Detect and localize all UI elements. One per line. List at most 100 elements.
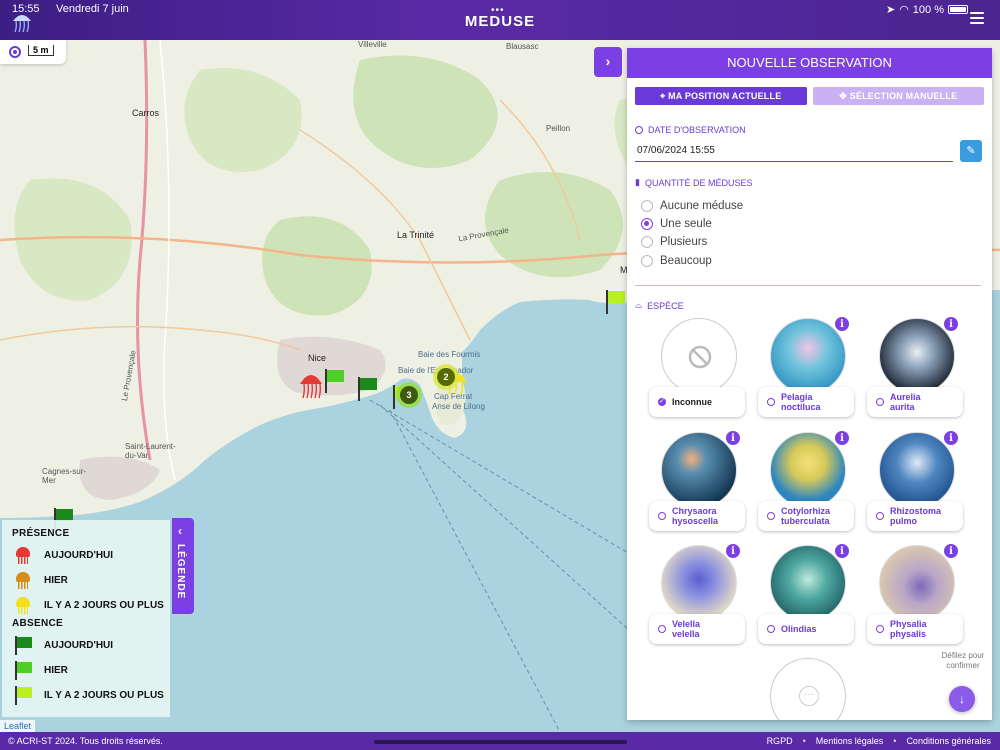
chevron-left-icon: ‹	[178, 524, 182, 538]
legend-row-presence-older: IL Y A 2 JOURS OU PLUS	[12, 593, 170, 618]
footer-copyright: © ACRI-ST 2024. Tous droits réservés.	[8, 736, 163, 746]
arrow-down-icon: ↓	[959, 692, 965, 706]
home-indicator[interactable]	[374, 740, 627, 744]
legend-row-absence-today: AUJOURD'HUI	[12, 633, 170, 658]
scale-control[interactable]: 5 m	[0, 40, 66, 64]
flag-marker-yesterday[interactable]	[324, 369, 346, 393]
map-label-baie-fourmis: Baie des Fourmis	[418, 350, 481, 359]
legend-presence-title: PRÉSENCE	[12, 528, 70, 539]
species-image-rhizostoma	[879, 432, 955, 508]
jellyfish-marker-today[interactable]	[299, 372, 323, 400]
map-label-cagnes: Cagnes-sur-Mer	[42, 467, 87, 485]
chevron-right-icon: ›	[605, 53, 611, 69]
location-mode-buttons: ⌖ MA POSITION ACTUELLE ✥ SÉLECTION MANUE…	[627, 78, 992, 105]
species-image-cotylorhiza	[770, 432, 846, 508]
flag-marker-older-east[interactable]	[605, 290, 627, 314]
species-card-more[interactable]: ···	[756, 658, 856, 720]
leaflet-attribution[interactable]: Leaflet	[0, 720, 36, 732]
location-arrow-icon: ➤	[885, 4, 896, 16]
footer-link-rgpd[interactable]: RGPD	[767, 736, 793, 746]
scroll-down-button[interactable]: ↓	[949, 686, 975, 712]
species-image-velella	[661, 545, 737, 621]
map-label-peillon: Peillon	[546, 124, 571, 133]
quantity-option-one[interactable]: Une seule	[641, 216, 712, 232]
info-icon[interactable]: i	[943, 543, 959, 559]
manual-selection-button[interactable]: ✥ SÉLECTION MANUELLE	[812, 87, 984, 105]
footer-links: RGPD • Mentions légales • Conditions gén…	[766, 736, 991, 746]
species-image-unknown	[661, 318, 737, 394]
map-label-la-trinite: La Trinité	[397, 230, 435, 240]
top-bar: 15:55 Vendredi 7 juin ••• MEDUSE ➤ ◠ 100…	[0, 0, 1000, 40]
jellyfish-red-icon	[12, 546, 44, 566]
species-card-physalia[interactable]: i Physalia physalis	[865, 543, 965, 655]
panel-title: NOUVELLE OBSERVATION	[627, 48, 992, 78]
legend-absence-title: ABSENCE	[12, 618, 63, 629]
battery-icon	[948, 5, 968, 14]
marker-cluster-2[interactable]: 2	[437, 368, 455, 386]
battery-percent: 100 %	[912, 3, 944, 16]
info-icon[interactable]: i	[834, 430, 850, 446]
species-card-olindias[interactable]: i Olindias	[756, 543, 856, 655]
quantity-option-several[interactable]: Plusieurs	[641, 234, 707, 250]
marker-cluster-3[interactable]: 3	[400, 386, 418, 404]
current-position-button[interactable]: ⌖ MA POSITION ACTUELLE	[635, 87, 807, 105]
app-title: MEDUSE	[464, 13, 536, 30]
jellyfish-small-icon: ⌓	[635, 300, 643, 310]
legend-row-presence-today: AUJOURD'HUI	[12, 543, 170, 568]
map-label-saint-laurent: Saint-Laurent-du-Var	[125, 442, 176, 460]
species-card-cotylorhiza[interactable]: i Cotylorhiza tuberculata	[756, 430, 856, 542]
species-image-olindias	[770, 545, 846, 621]
species-card-pelagia[interactable]: i Pelagia noctiluca	[756, 316, 856, 428]
species-image-pelagia	[770, 318, 846, 394]
hamburger-menu-icon[interactable]	[970, 12, 984, 24]
flag-green-icon	[12, 660, 44, 681]
map-label-anse-lilong: Anse de Lilong	[432, 402, 485, 411]
pencil-icon: ✎	[966, 145, 976, 157]
section-divider	[635, 285, 981, 286]
info-icon[interactable]: i	[725, 543, 741, 559]
edit-date-button[interactable]: ✎	[960, 140, 982, 162]
wifi-icon: ◠	[899, 4, 909, 16]
info-icon[interactable]: i	[943, 316, 959, 332]
scale-value: 5 m	[28, 45, 54, 56]
locate-me-icon[interactable]	[9, 46, 21, 58]
map-label-blausasc: Blausasc	[506, 42, 539, 51]
info-icon[interactable]: i	[943, 430, 959, 446]
scroll-hint-text: Défilez pour confirmer	[941, 651, 985, 670]
map-legend: PRÉSENCE AUJOURD'HUI HIER IL Y A 2 JOURS…	[2, 520, 170, 717]
map-label-nice: Nice	[308, 353, 327, 363]
legend-row-presence-yesterday: HIER	[12, 568, 170, 593]
species-card-rhizostoma[interactable]: i Rhizostoma pulmo	[865, 430, 965, 542]
info-icon[interactable]: i	[834, 316, 850, 332]
footer-link-conditions[interactable]: Conditions générales	[906, 736, 991, 746]
species-card-chrysaora[interactable]: i Chrysaora hysoscella	[647, 430, 747, 542]
footer-link-mentions[interactable]: Mentions légales	[816, 736, 884, 746]
jellyfish-yellow-icon	[12, 596, 44, 616]
species-image-physalia	[879, 545, 955, 621]
quantity-option-many[interactable]: Beaucoup	[641, 253, 712, 269]
clock-icon	[635, 126, 643, 134]
panel-collapse-button[interactable]: ›	[594, 47, 622, 77]
jellyfish-orange-icon	[12, 571, 44, 591]
species-section-label: ⌓ ESPÈCE	[635, 300, 684, 311]
species-radio-selected	[658, 397, 666, 406]
species-image-aurelia	[879, 318, 955, 394]
species-image-chrysaora	[661, 432, 737, 508]
legend-row-absence-yesterday: HIER	[12, 658, 170, 683]
quantity-section-label: ▮ QUANTITÉ DE MÉDUSES	[635, 177, 753, 188]
observation-panel: NOUVELLE OBSERVATION ⌖ MA POSITION ACTUE…	[627, 48, 992, 720]
species-card-velella[interactable]: i Velella velella	[647, 543, 747, 655]
status-indicators: ➤ ◠ 100 %	[886, 3, 968, 16]
info-icon[interactable]: i	[725, 430, 741, 446]
info-icon[interactable]: i	[834, 543, 850, 559]
flag-dark-green-icon	[12, 635, 44, 656]
more-species-icon: ···	[770, 658, 846, 720]
species-card-inconnue[interactable]: Inconnue	[647, 318, 747, 428]
bar-chart-icon: ▮	[635, 177, 640, 187]
quantity-option-none[interactable]: Aucune méduse	[641, 198, 743, 214]
species-card-aurelia[interactable]: i Aurelia aurita	[865, 316, 965, 428]
observation-date-input[interactable]: 07/06/2024 15:55	[635, 142, 953, 162]
legend-toggle-tab[interactable]: ‹ LÉGENDE	[172, 518, 194, 614]
flag-marker-today[interactable]	[357, 377, 379, 401]
flag-lime-icon	[12, 685, 44, 706]
